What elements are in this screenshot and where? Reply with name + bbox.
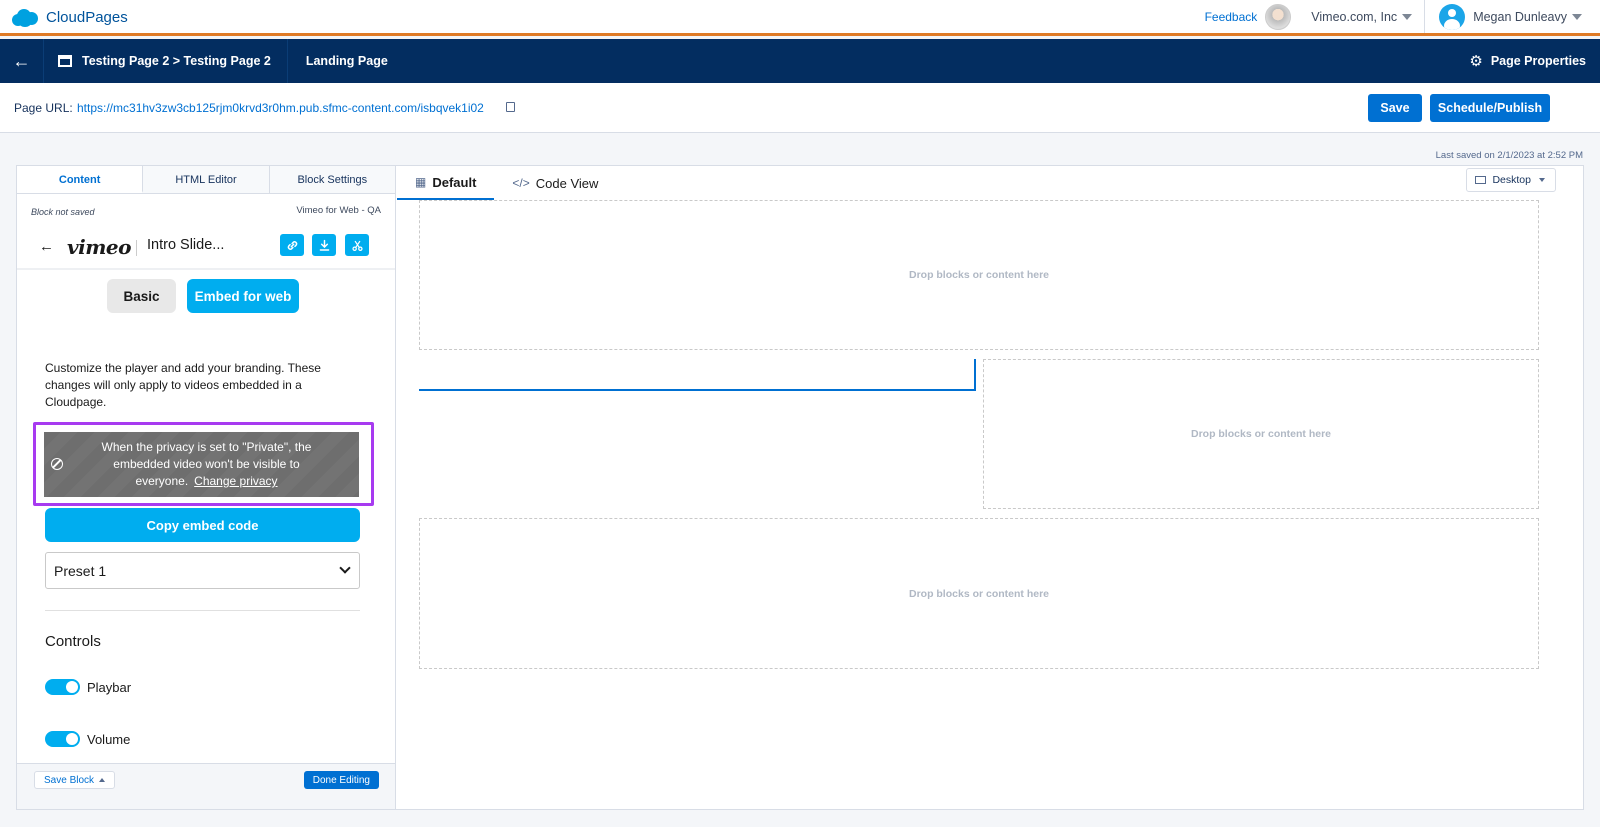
toggle-volume-row: Volume <box>45 731 130 747</box>
cut-button[interactable] <box>345 234 369 256</box>
back-button[interactable]: ← <box>0 39 44 83</box>
controls-heading: Controls <box>45 633 101 650</box>
tab-embed-for-web[interactable]: Embed for web <box>187 279 299 313</box>
copy-embed-code-button[interactable]: Copy embed code <box>45 508 360 542</box>
org-name: Vimeo.com, Inc <box>1311 9 1398 24</box>
block-status: Block not saved <box>31 207 95 217</box>
gear-icon: ⚙ <box>1469 53 1483 70</box>
playbar-toggle[interactable] <box>45 679 80 695</box>
schedule-publish-button[interactable]: Schedule/Publish <box>1430 94 1550 122</box>
user-name: Megan Dunleavy <box>1473 9 1567 24</box>
done-editing-button[interactable]: Done Editing <box>303 771 379 789</box>
feedback-avatar[interactable] <box>1265 3 1292 30</box>
left-panel: Content HTML Editor Block Settings Block… <box>17 166 396 809</box>
vimeo-logo: vimeo <box>67 235 131 259</box>
divider <box>136 240 137 256</box>
page-properties-label: Page Properties <box>1490 54 1586 68</box>
preset-value: Preset 1 <box>54 562 107 579</box>
link-button[interactable] <box>280 234 304 256</box>
page-url-row: Page URL: https://mc31hv3zw3cb125rjm0krv… <box>0 83 1600 133</box>
last-saved-text: Last saved on 2/1/2023 at 2:52 PM <box>1435 150 1583 161</box>
cut-icon <box>351 240 363 251</box>
save-button[interactable]: Save <box>1368 94 1422 122</box>
drop-zone-top[interactable]: Drop blocks or content here <box>419 200 1539 350</box>
page-url-label: Page URL: <box>14 101 73 115</box>
preset-select[interactable]: Preset 1 <box>45 552 360 589</box>
link-icon <box>287 240 297 250</box>
canvas-area: ▦ Default </> Code View Desktop Drop blo… <box>397 166 1583 809</box>
page-icon <box>58 55 72 67</box>
back-arrow-icon[interactable]: ← <box>39 238 54 255</box>
app-name: CloudPages <box>46 8 128 26</box>
device-label: Desktop <box>1492 174 1531 186</box>
page-properties-button[interactable]: ⚙ Page Properties <box>1469 39 1586 83</box>
tab-block-settings[interactable]: Block Settings <box>269 166 395 193</box>
vimeo-header: ← vimeo Intro Slide... <box>17 226 395 270</box>
tab-code-view[interactable]: </> Code View <box>494 166 616 200</box>
tab-basic[interactable]: Basic <box>107 279 176 313</box>
active-slot-bottom-edge <box>419 389 975 391</box>
highlight-frame: When the privacy is set to "Private", th… <box>33 422 374 506</box>
feedback-link[interactable]: Feedback <box>1205 10 1258 24</box>
change-privacy-link[interactable]: Change privacy <box>194 474 277 488</box>
canvas-tabs: ▦ Default </> Code View <box>397 166 616 200</box>
page-url-link[interactable]: https://mc31hv3zw3cb125rjm0krvd3r0hm.pub… <box>77 101 484 115</box>
save-block-button[interactable]: Save Block <box>34 771 116 789</box>
caret-down-icon <box>1402 13 1413 20</box>
tab-content[interactable]: Content <box>17 166 144 193</box>
privacy-notice: When the privacy is set to "Private", th… <box>44 432 359 497</box>
tab-default-label: Default <box>432 174 477 190</box>
code-icon: </> <box>512 176 530 190</box>
monitor-icon <box>1475 176 1487 184</box>
caret-down-icon <box>1539 178 1545 182</box>
tab-html-editor[interactable]: HTML Editor <box>143 166 270 193</box>
active-slot-right-edge <box>974 359 976 391</box>
left-panel-footer: Save Block Done Editing <box>17 763 395 809</box>
caret-up-icon <box>99 778 106 782</box>
download-button[interactable] <box>312 234 336 256</box>
save-block-label: Save Block <box>44 774 95 786</box>
drop-zone-label: Drop blocks or content here <box>908 269 1050 281</box>
page-type-label: Landing Page <box>305 54 388 68</box>
page-nav-bar: ← Testing Page 2 > Testing Page 2 Landin… <box>0 39 1600 83</box>
left-panel-tabs: Content HTML Editor Block Settings <box>17 166 395 194</box>
user-menu[interactable]: Megan Dunleavy <box>1425 3 1600 30</box>
download-icon <box>319 239 329 251</box>
breadcrumb[interactable]: Testing Page 2 > Testing Page 2 <box>44 39 288 83</box>
caret-down-icon <box>1572 13 1582 20</box>
back-arrow-icon: ← <box>12 50 31 71</box>
app-brand[interactable]: CloudPages <box>10 7 128 27</box>
drop-zone-label: Drop blocks or content here <box>908 587 1050 600</box>
editor-shell: Content HTML Editor Block Settings Block… <box>16 165 1584 810</box>
user-avatar-icon <box>1439 3 1466 30</box>
drop-zone-label: Drop blocks or content here <box>1190 428 1332 440</box>
device-select[interactable]: Desktop <box>1466 168 1556 192</box>
tab-default[interactable]: ▦ Default <box>397 166 495 200</box>
toggle-label: Playbar <box>87 679 132 695</box>
drop-zone-bottom[interactable]: Drop blocks or content here <box>419 518 1539 669</box>
chevron-down-icon <box>339 562 351 574</box>
toggle-playbar-row: Playbar <box>45 679 131 695</box>
divider <box>45 610 360 611</box>
volume-toggle[interactable] <box>45 731 80 747</box>
top-app-bar: CloudPages Feedback Vimeo.com, Inc Megan… <box>0 0 1600 36</box>
embed-description: Customize the player and add your brandi… <box>45 361 321 409</box>
org-switcher[interactable]: Vimeo.com, Inc <box>1311 0 1426 33</box>
salesforce-cloud-icon <box>10 7 40 27</box>
video-title: Intro Slide... <box>147 237 225 253</box>
tab-code-view-label: Code View <box>535 175 599 191</box>
layout-icon: ▦ <box>415 175 427 189</box>
toggle-label: Volume <box>87 731 131 747</box>
copy-icon[interactable] <box>506 102 515 112</box>
breadcrumb-text: Testing Page 2 > Testing Page 2 <box>82 54 271 68</box>
block-app-name: Vimeo for Web - QA <box>296 205 381 216</box>
drop-zone-right[interactable]: Drop blocks or content here <box>983 359 1539 509</box>
ban-icon <box>51 458 63 470</box>
